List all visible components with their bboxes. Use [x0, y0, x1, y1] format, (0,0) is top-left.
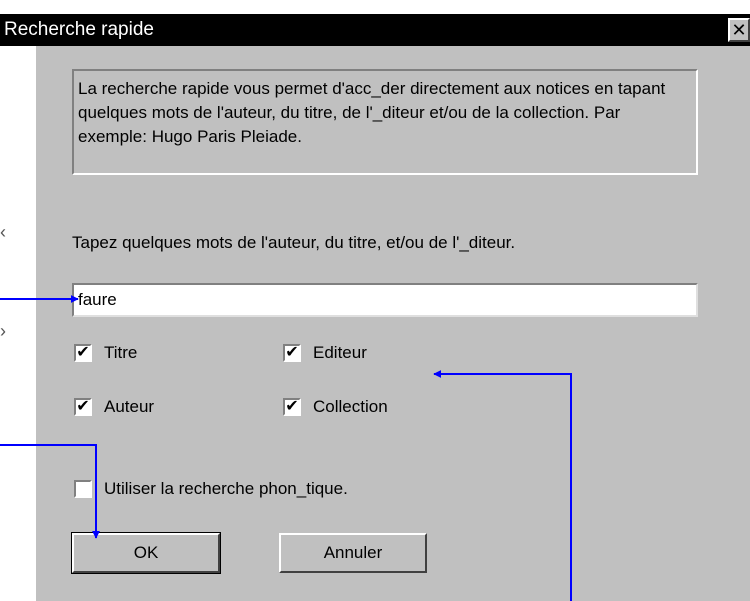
checkmark-icon: ✔ — [285, 398, 299, 415]
window-title: Recherche rapide — [4, 19, 154, 40]
description-text-box: La recherche rapide vous permet d'acc_de… — [72, 69, 698, 175]
edge-chevron-icon: ‹ — [0, 222, 6, 242]
checkbox-box-collection[interactable]: ✔ — [283, 398, 301, 416]
search-input[interactable] — [72, 283, 698, 317]
checkbox-label-collection: Collection — [313, 397, 388, 416]
checkmark-icon: ✔ — [76, 344, 90, 361]
checkbox-titre[interactable]: ✔ Titre — [74, 341, 137, 365]
checkbox-auteur[interactable]: ✔ Auteur — [74, 395, 154, 419]
checkbox-collection[interactable]: ✔ Collection — [283, 395, 388, 419]
checkbox-box-phonetic[interactable] — [74, 480, 92, 498]
checkbox-label-auteur: Auteur — [104, 397, 155, 416]
checkbox-phonetic[interactable]: Utiliser la recherche phon_tique. — [74, 477, 348, 501]
checkmark-icon: ✔ — [76, 398, 90, 415]
checkbox-box-titre[interactable]: ✔ — [74, 344, 92, 362]
checkmark-icon: ✔ — [285, 344, 299, 361]
checkbox-box-auteur[interactable]: ✔ — [74, 398, 92, 416]
screenshot-stage: Recherche rapide ✕ La recherche rapide v… — [0, 0, 750, 601]
close-button[interactable]: ✕ — [728, 18, 750, 42]
search-prompt-label: Tapez quelques mots de l'auteur, du titr… — [72, 233, 516, 252]
close-icon: ✕ — [731, 20, 747, 40]
checkbox-label-editeur: Editeur — [313, 343, 367, 362]
checkbox-label-titre: Titre — [104, 343, 138, 362]
checkbox-label-phonetic: Utiliser la recherche phon_tique. — [104, 479, 348, 498]
cancel-button[interactable]: Annuler — [279, 533, 427, 573]
ok-button[interactable]: OK — [71, 532, 221, 574]
title-bar: Recherche rapide ✕ — [0, 14, 750, 46]
checkbox-editeur[interactable]: ✔ Editeur — [283, 341, 367, 365]
checkbox-box-editeur[interactable]: ✔ — [283, 344, 301, 362]
edge-chevron-icon: › — [0, 321, 6, 341]
